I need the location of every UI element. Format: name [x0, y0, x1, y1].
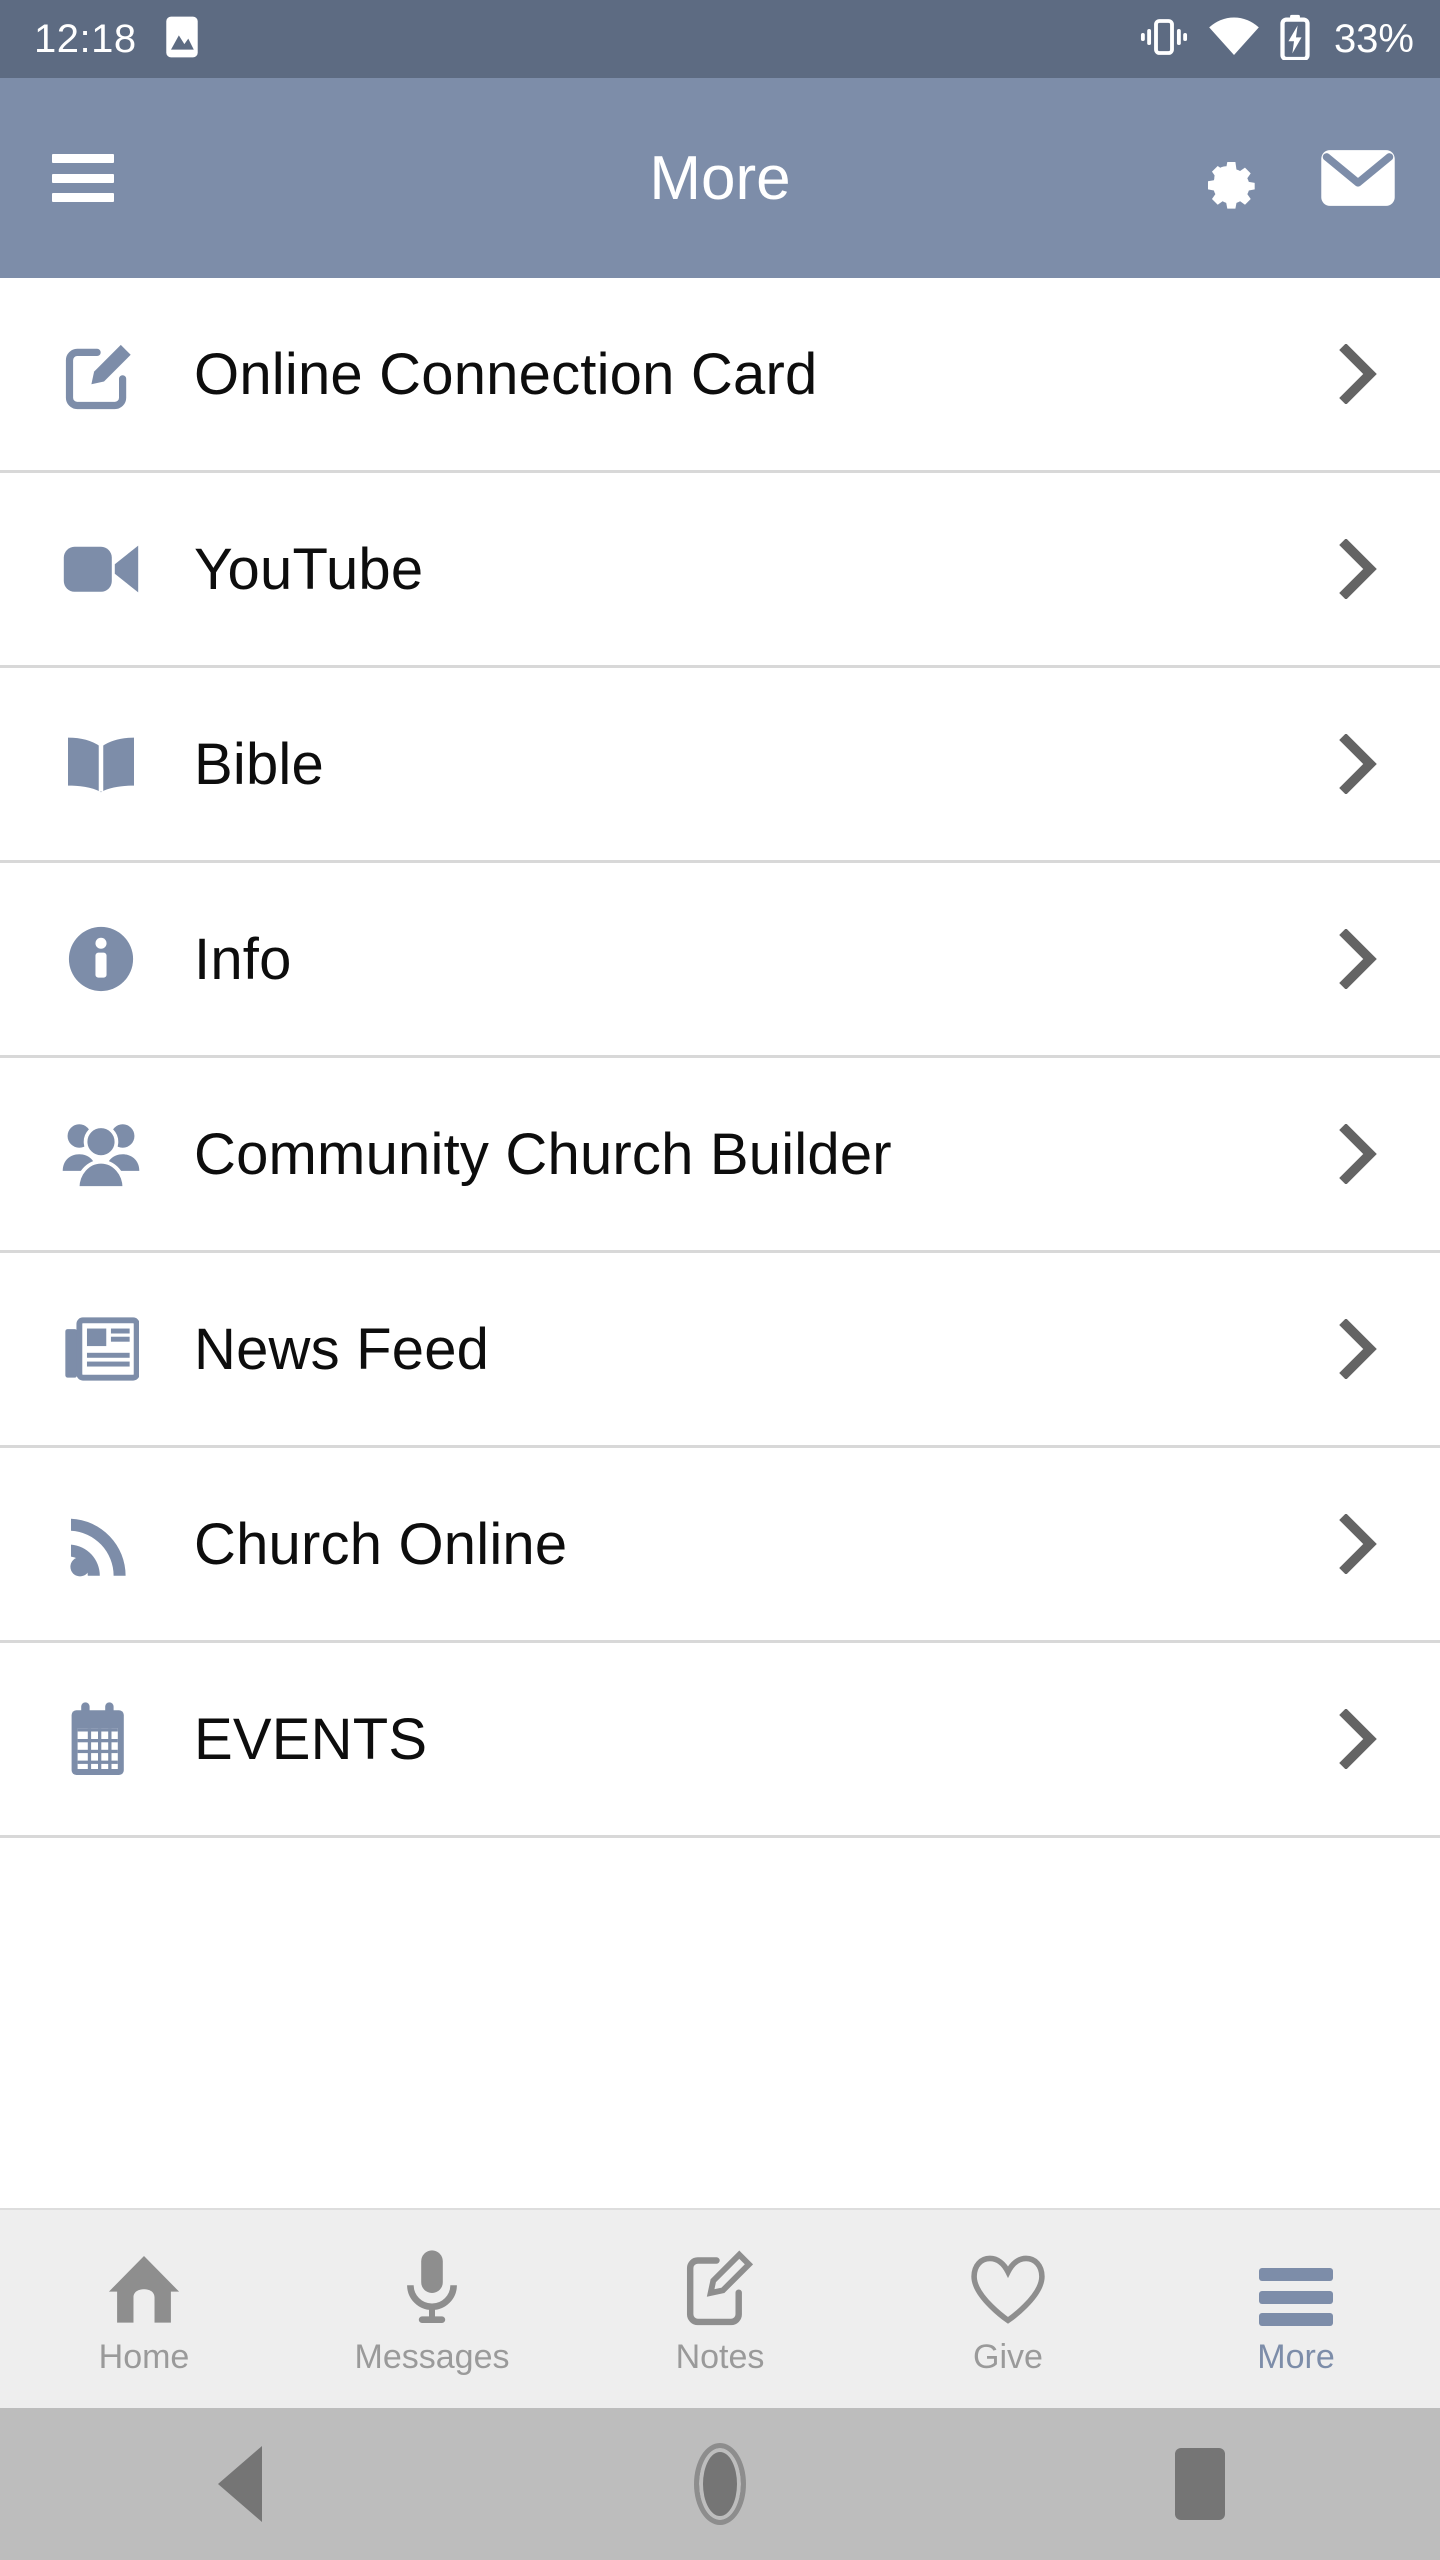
- settings-gear-icon[interactable]: [1188, 140, 1264, 216]
- list-item[interactable]: YouTube: [0, 473, 1440, 668]
- vibrate-icon: [1140, 16, 1188, 63]
- chevron-right-icon: [1328, 539, 1388, 599]
- circle-icon: [694, 2443, 746, 2525]
- tab-label: More: [1257, 2338, 1335, 2376]
- list-item-label: EVENTS: [194, 1706, 428, 1772]
- note-edit-icon: [684, 2244, 756, 2326]
- tab-label: Give: [973, 2338, 1043, 2376]
- chevron-right-icon: [1328, 734, 1388, 794]
- video-camera-icon: [58, 538, 144, 600]
- chevron-right-icon: [1328, 344, 1388, 404]
- people-group-icon: [58, 1118, 144, 1190]
- list-item[interactable]: Community Church Builder: [0, 1058, 1440, 1253]
- heart-icon: [970, 2244, 1046, 2326]
- square-icon: [1175, 2448, 1225, 2520]
- status-bar-clock: 12:18: [34, 17, 137, 61]
- list-item[interactable]: Church Online: [0, 1448, 1440, 1643]
- chevron-right-icon: [1328, 1709, 1388, 1769]
- list-item[interactable]: Info: [0, 863, 1440, 1058]
- home-icon: [106, 2244, 182, 2326]
- tab-give[interactable]: Give: [864, 2210, 1152, 2408]
- battery-charging-icon: [1280, 14, 1310, 65]
- rss-signal-icon: [58, 1508, 144, 1580]
- list-item[interactable]: Online Connection Card: [0, 278, 1440, 473]
- info-circle-icon: [58, 924, 144, 994]
- tab-label: Home: [98, 2338, 190, 2376]
- list-item-label: Bible: [194, 731, 324, 797]
- edit-card-icon: [58, 335, 144, 413]
- app-header-bar: More: [0, 78, 1440, 278]
- chevron-right-icon: [1328, 1124, 1388, 1184]
- open-book-icon: [58, 731, 144, 797]
- android-recents-button[interactable]: [1130, 2434, 1270, 2534]
- android-navigation-bar: [0, 2408, 1440, 2560]
- hamburger-line: [52, 173, 114, 183]
- image-icon: [163, 15, 201, 64]
- newspaper-icon: [58, 1316, 144, 1382]
- hamburger-line: [52, 154, 114, 163]
- list-item-label: YouTube: [194, 536, 424, 602]
- hamburger-bars: [1259, 2268, 1333, 2326]
- hamburger-menu-icon[interactable]: [52, 154, 114, 202]
- microphone-icon: [405, 2244, 459, 2326]
- app-header-actions: [1188, 140, 1396, 216]
- list-item[interactable]: EVENTS: [0, 1643, 1440, 1838]
- hamburger-line: [1259, 2313, 1333, 2326]
- android-back-button[interactable]: [170, 2434, 310, 2534]
- tab-more[interactable]: More: [1152, 2210, 1440, 2408]
- list-item-label: Church Online: [194, 1511, 568, 1577]
- android-status-bar: 12:18 33%: [0, 0, 1440, 78]
- hamburger-line: [1259, 2290, 1333, 2304]
- envelope-icon[interactable]: [1320, 140, 1396, 216]
- list-item[interactable]: News Feed: [0, 1253, 1440, 1448]
- bottom-tab-bar: Home Messages Notes Give More: [0, 2208, 1440, 2408]
- list-item-label: Community Church Builder: [194, 1121, 892, 1187]
- triangle-left-icon: [218, 2446, 262, 2522]
- more-menu-list: Online Connection Card YouTube Bible Inf…: [0, 278, 1440, 2208]
- list-item-label: Online Connection Card: [194, 341, 818, 407]
- battery-percentage: 33%: [1333, 17, 1414, 61]
- chevron-right-icon: [1328, 1319, 1388, 1379]
- list-item-label: News Feed: [194, 1316, 490, 1382]
- android-home-button[interactable]: [650, 2434, 790, 2534]
- hamburger-line: [52, 193, 114, 202]
- tab-notes[interactable]: Notes: [576, 2210, 864, 2408]
- tab-messages[interactable]: Messages: [288, 2210, 576, 2408]
- status-bar-notification-icons: [163, 15, 201, 64]
- hamburger-line: [1259, 2268, 1333, 2281]
- hamburger-icon: [1259, 2244, 1333, 2326]
- calendar-icon: [58, 1700, 144, 1778]
- chevron-right-icon: [1328, 1514, 1388, 1574]
- tab-label: Notes: [675, 2338, 765, 2376]
- list-item[interactable]: Bible: [0, 668, 1440, 863]
- tab-home[interactable]: Home: [0, 2210, 288, 2408]
- wifi-icon: [1208, 16, 1260, 62]
- phone-screen: 12:18 33% More Online Connection Card Yo…: [0, 0, 1440, 2560]
- tab-label: Messages: [354, 2338, 510, 2376]
- status-bar-system-icons: 33%: [1140, 14, 1414, 65]
- chevron-right-icon: [1328, 929, 1388, 989]
- list-item-label: Info: [194, 926, 292, 992]
